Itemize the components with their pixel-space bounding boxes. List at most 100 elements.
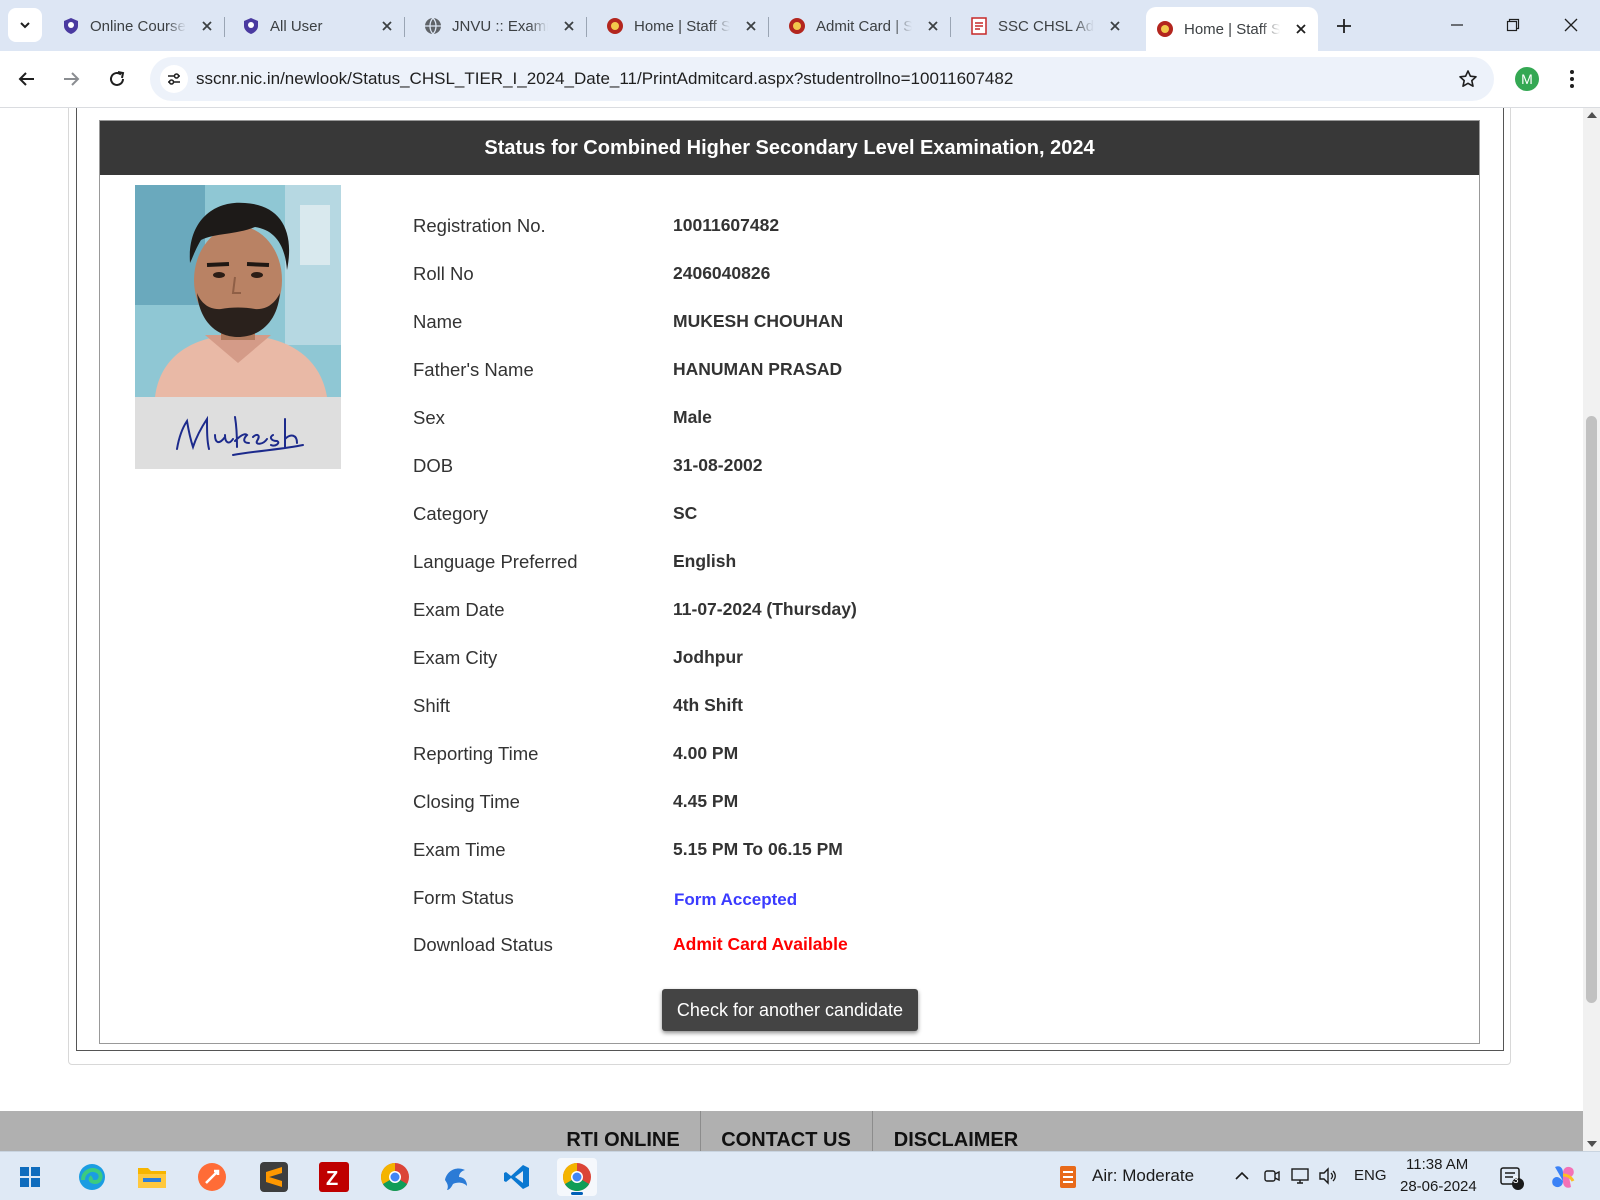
footer-link-contact-us[interactable]: CONTACT US xyxy=(702,1121,870,1151)
footer-divider xyxy=(872,1111,873,1151)
tab-home-staff-selection[interactable]: Home | Staff S xyxy=(596,8,769,44)
language-indicator[interactable]: ENG xyxy=(1354,1167,1387,1184)
tab-home-staff-selection-active[interactable]: Home | Staff S xyxy=(1146,7,1318,51)
chrome-active-icon[interactable] xyxy=(557,1158,597,1196)
air-quality-icon[interactable] xyxy=(1056,1164,1080,1190)
detail-label: Category xyxy=(413,503,489,524)
footer-link-rti-online[interactable]: RTI ONLINE xyxy=(548,1121,698,1151)
chevron-down-icon xyxy=(20,22,30,29)
close-window-button[interactable] xyxy=(1548,8,1594,42)
scrollbar-thumb[interactable] xyxy=(1586,416,1597,1003)
detail-label: Name xyxy=(413,311,463,332)
arrow-left-icon xyxy=(18,72,34,86)
clock-time[interactable]: 11:38 AM xyxy=(1406,1156,1468,1173)
reload-button[interactable] xyxy=(99,61,135,97)
tab-search-button[interactable] xyxy=(8,8,42,42)
detail-value: 4.45 PM xyxy=(673,791,739,811)
check-another-candidate-button[interactable]: Check for another candidate xyxy=(662,989,918,1031)
sublime-text-icon[interactable] xyxy=(254,1158,294,1196)
forward-button[interactable] xyxy=(53,61,89,97)
detail-label: Closing Time xyxy=(413,791,520,812)
tab-title: Home | Staff S xyxy=(634,17,730,35)
clock-date[interactable]: 28-06-2024 xyxy=(1400,1178,1477,1195)
reload-icon xyxy=(110,71,125,86)
detail-label: Exam Time xyxy=(413,839,506,860)
close-icon[interactable] xyxy=(560,17,578,35)
chrome-icon[interactable] xyxy=(375,1158,415,1196)
chevron-up-icon[interactable] xyxy=(1232,1166,1252,1186)
plus-icon xyxy=(1337,19,1351,33)
detail-label: Roll No xyxy=(413,263,474,284)
restore-button[interactable] xyxy=(1490,8,1536,42)
close-icon[interactable] xyxy=(378,17,396,35)
shield-logo-icon xyxy=(242,17,260,35)
close-icon[interactable] xyxy=(198,17,216,35)
scroll-up-arrow-icon[interactable] xyxy=(1587,112,1597,118)
meet-now-icon[interactable] xyxy=(1262,1166,1282,1186)
notification-icon[interactable]: 3 xyxy=(1498,1164,1526,1192)
windows-start-icon[interactable] xyxy=(10,1158,50,1196)
detail-value: English xyxy=(673,551,737,571)
tab-jnvu-exam[interactable]: JNVU :: Examin xyxy=(414,8,587,44)
detail-label: Language Preferred xyxy=(413,551,578,572)
tab-admit-card[interactable]: Admit Card | S xyxy=(778,8,951,44)
close-icon[interactable] xyxy=(1106,17,1124,35)
profile-avatar[interactable]: M xyxy=(1515,67,1539,91)
close-icon[interactable] xyxy=(924,17,942,35)
page-icon xyxy=(970,17,988,35)
detail-row-form-status: Form Status Form Accepted xyxy=(413,883,1313,913)
candidate-signature xyxy=(135,397,341,469)
edge-browser-icon[interactable] xyxy=(72,1158,112,1196)
detail-value: 4th Shift xyxy=(673,695,743,715)
close-icon[interactable] xyxy=(742,17,760,35)
tab-strip: Online Course All User JNVU :: Examin Ho… xyxy=(0,0,1600,51)
bookmark-star-icon[interactable] xyxy=(1456,67,1480,91)
emblem-icon xyxy=(788,17,806,35)
detail-row-reporting-time: Reporting Time 4.00 PM xyxy=(413,739,1313,769)
minimize-button[interactable] xyxy=(1434,8,1480,42)
filezilla-icon[interactable]: Z xyxy=(314,1158,354,1196)
footer-link-disclaimer[interactable]: DISCLAIMER xyxy=(874,1121,1038,1151)
network-icon[interactable] xyxy=(1290,1166,1310,1186)
shield-logo-icon xyxy=(62,17,80,35)
dolphin-app-icon[interactable] xyxy=(436,1158,476,1196)
vscode-icon[interactable] xyxy=(497,1158,537,1196)
detail-label: Sex xyxy=(413,407,445,428)
detail-value: 31-08-2002 xyxy=(673,455,763,475)
tab-online-course[interactable]: Online Course xyxy=(52,8,225,44)
menu-kebab-icon[interactable] xyxy=(1560,65,1584,93)
detail-label: DOB xyxy=(413,455,454,476)
detail-value: 4.00 PM xyxy=(673,743,739,763)
file-explorer-icon[interactable] xyxy=(132,1158,172,1196)
browser-toolbar: sscnr.nic.in/newlook/Status_CHSL_TIER_I_… xyxy=(0,51,1600,108)
tab-title: JNVU :: Examin xyxy=(452,17,548,35)
copilot-icon[interactable] xyxy=(1548,1162,1578,1192)
detail-label: Registration No. xyxy=(413,215,546,236)
detail-label: Exam Date xyxy=(413,599,505,620)
new-tab-button[interactable] xyxy=(1330,12,1358,40)
detail-row-shift: Shift 4th Shift xyxy=(413,691,1313,721)
postman-icon[interactable] xyxy=(192,1158,232,1196)
arrow-right-icon xyxy=(64,72,80,86)
site-info-icon[interactable] xyxy=(160,65,188,93)
weather-text[interactable]: Air: Moderate xyxy=(1092,1166,1194,1186)
emblem-icon xyxy=(1156,20,1174,38)
detail-value: 5.15 PM To 06.15 PM xyxy=(673,839,843,859)
close-icon[interactable] xyxy=(1292,20,1310,38)
status-card: Status for Combined Higher Secondary Lev… xyxy=(99,120,1480,1044)
detail-row-exam-city: Exam City Jodhpur xyxy=(413,643,1313,673)
volume-icon[interactable] xyxy=(1318,1166,1338,1186)
minimize-icon xyxy=(1451,24,1463,26)
globe-icon xyxy=(424,17,442,35)
scroll-down-arrow-icon[interactable] xyxy=(1587,1141,1597,1147)
tab-all-user[interactable]: All User xyxy=(232,8,405,44)
page-footer: RTI ONLINE CONTACT US DISCLAIMER xyxy=(0,1111,1583,1151)
detail-row-name: Name MUKESH CHOUHAN xyxy=(413,307,1313,337)
detail-label: Download Status xyxy=(413,934,553,955)
tab-ssc-chsl[interactable]: SSC CHSL Adm xyxy=(960,8,1132,44)
notification-count: 3 xyxy=(1513,1175,1519,1186)
address-bar[interactable]: sscnr.nic.in/newlook/Status_CHSL_TIER_I_… xyxy=(150,57,1494,101)
back-button[interactable] xyxy=(9,61,45,97)
detail-row-registration: Registration No. 10011607482 xyxy=(413,211,1313,241)
vertical-scrollbar[interactable] xyxy=(1583,108,1600,1151)
